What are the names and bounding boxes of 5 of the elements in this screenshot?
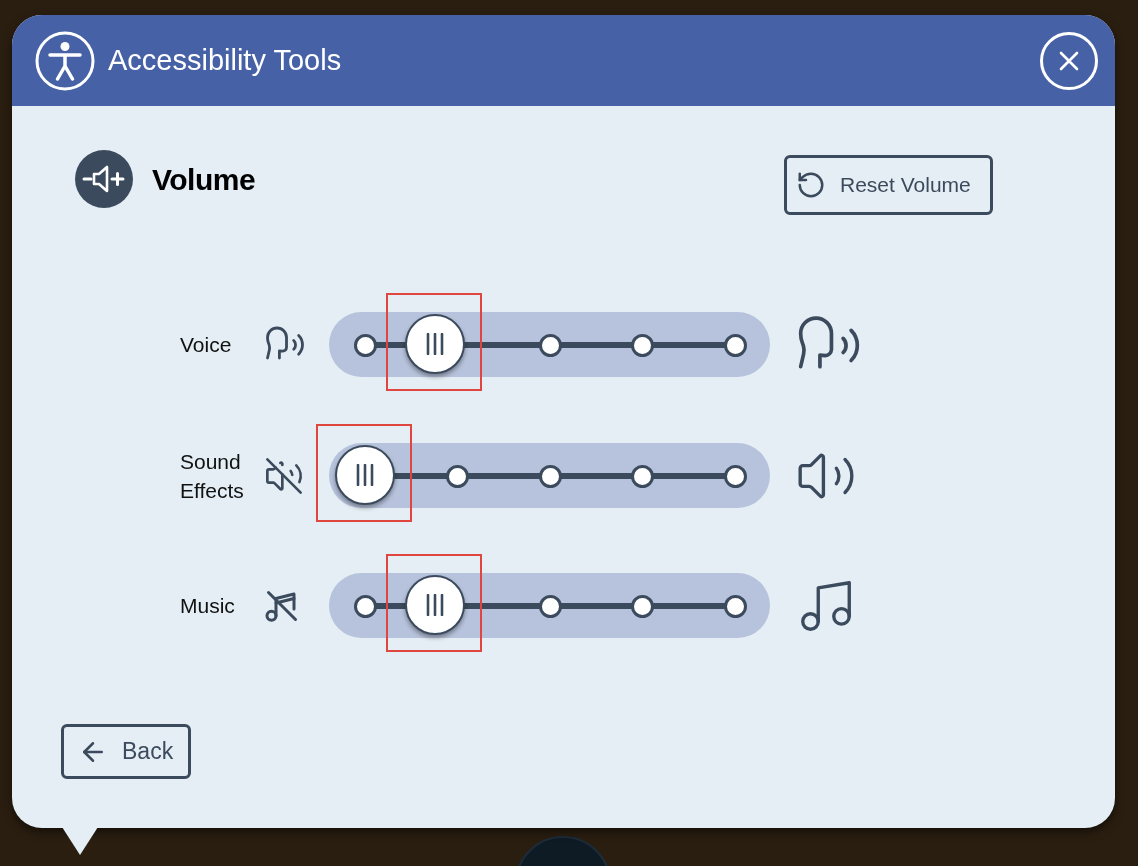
channel-label: Voice: [180, 331, 233, 358]
section-title: Volume: [152, 161, 256, 198]
channel-label: Sound Effects: [180, 448, 245, 504]
channel-label: Music: [180, 593, 236, 619]
dialog-title: Accessibility Tools: [108, 42, 342, 78]
